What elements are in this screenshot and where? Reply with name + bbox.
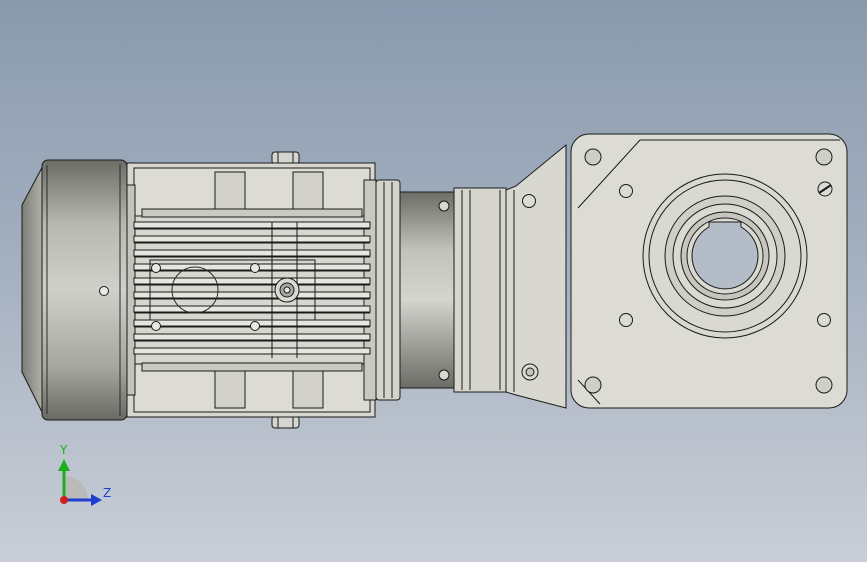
x-axis-dot [60,496,68,504]
axis-z-label: Z [103,486,112,500]
adapter-flange [375,179,507,401]
y-axis-arrow [58,459,70,471]
coordinate-triad [58,459,102,506]
motor-housing [126,151,377,429]
model-view[interactable] [0,0,867,562]
gear-housing [505,133,848,409]
z-axis-arrow [91,494,102,506]
graphics-viewport[interactable]: Y Z [0,0,867,562]
axis-y-label: Y [60,443,68,457]
fan-cover [21,159,128,421]
